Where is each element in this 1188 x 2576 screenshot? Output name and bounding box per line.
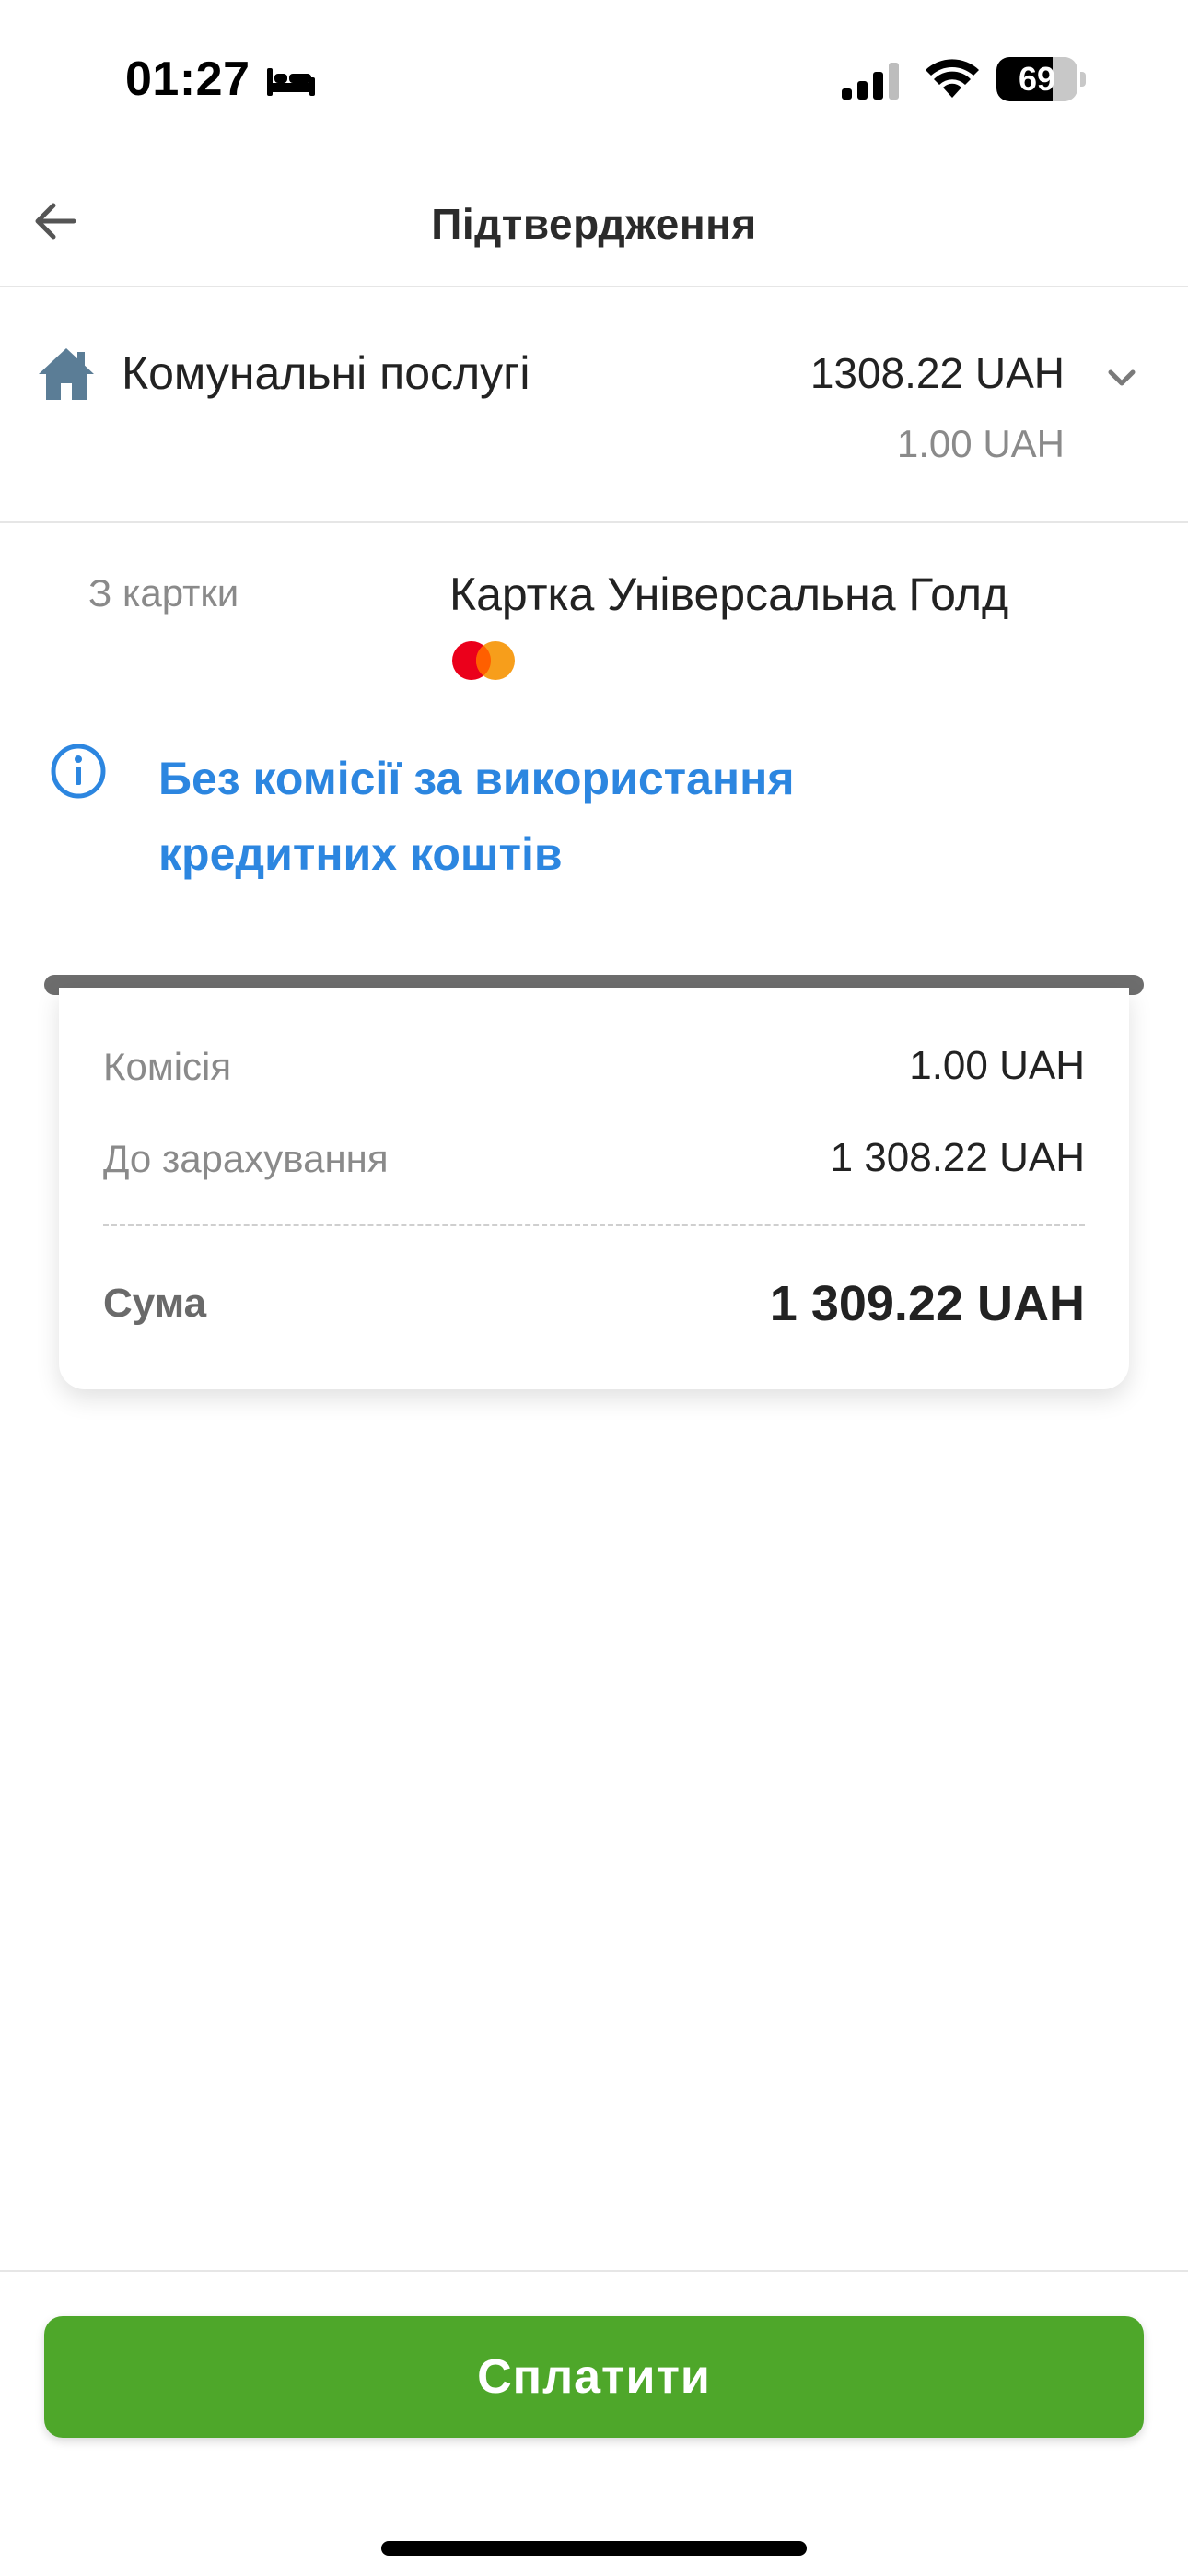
footer-divider: [0, 2270, 1188, 2272]
status-time: 01:27: [125, 53, 250, 106]
info-line-1: Без комісії за використання: [158, 753, 795, 804]
bed-icon: [267, 68, 315, 96]
dashed-divider: [103, 1224, 1085, 1226]
commission-value: 1.00 UAH: [909, 1043, 1085, 1088]
payment-fee: 1.00 UAH: [896, 422, 1065, 465]
credited-value: 1 308.22 UAH: [830, 1135, 1085, 1180]
payment-name: Комунальні послугі: [122, 347, 530, 399]
chevron-down-icon[interactable]: [1101, 357, 1142, 398]
status-bar: 01:27 69: [0, 0, 1188, 157]
signal-icon: [842, 63, 899, 100]
mastercard-icon: [452, 641, 515, 680]
total-value: 1 309.22 UAH: [769, 1276, 1085, 1331]
page-title: Підтвердження: [431, 200, 757, 248]
battery-icon: 69: [996, 57, 1087, 101]
info-icon: [51, 744, 106, 799]
battery-level: 69: [1018, 60, 1056, 98]
source-label: З картки: [88, 571, 239, 615]
card-name[interactable]: Картка Універсальна Голд: [449, 568, 1008, 621]
info-message: Без комісії за використання кредитних ко…: [158, 741, 987, 892]
payment-amount: 1308.22 UAH: [809, 349, 1065, 397]
credited-label: До зарахування: [103, 1137, 389, 1180]
info-line-2: кредитних коштів: [158, 828, 563, 880]
home-indicator[interactable]: [381, 2541, 807, 2556]
pay-button[interactable]: Сплатити: [44, 2316, 1144, 2438]
house-icon: [39, 348, 94, 400]
payment-summary-row[interactable]: Комунальні послугі 1308.22 UAH 1.00 UAH: [0, 287, 1188, 523]
header: Підтвердження: [0, 157, 1188, 287]
wifi-icon: [926, 59, 979, 98]
receipt-card: Комісія 1.00 UAH До зарахування 1 308.22…: [59, 988, 1129, 1389]
commission-label: Комісія: [103, 1045, 232, 1088]
total-label: Сума: [103, 1281, 207, 1326]
